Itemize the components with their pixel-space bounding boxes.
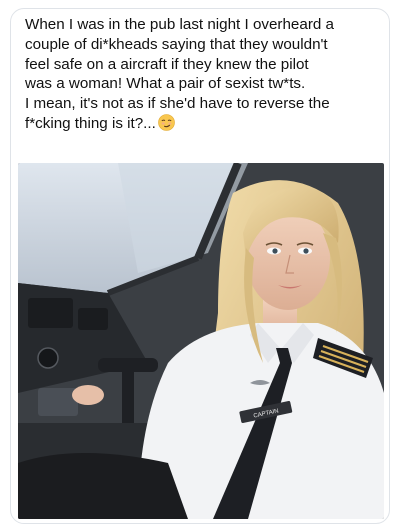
post-text: When I was in the pub last night I overh… <box>25 15 385 134</box>
smirking-face-icon <box>158 114 175 131</box>
pilot-photo[interactable]: CAPTAIN <box>18 163 384 519</box>
post-text-line: couple of di*kheads saying that they wou… <box>25 35 328 53</box>
post-text-line: When I was in the pub last night I overh… <box>25 16 334 33</box>
post-card: When I was in the pub last night I overh… <box>10 8 390 524</box>
post-text-line: feel safe on a aircraft if they knew the… <box>25 55 309 73</box>
post-text-line-last: f*cking thing is it?... <box>25 114 385 134</box>
post-text-line: was a woman! What a pair of sexist tw*ts… <box>25 75 306 93</box>
post-text-line: I mean, it's not as if she'd have to rev… <box>25 95 330 113</box>
pilot-hand <box>72 385 104 405</box>
post-text-line: f*cking thing is it?... <box>25 114 156 132</box>
